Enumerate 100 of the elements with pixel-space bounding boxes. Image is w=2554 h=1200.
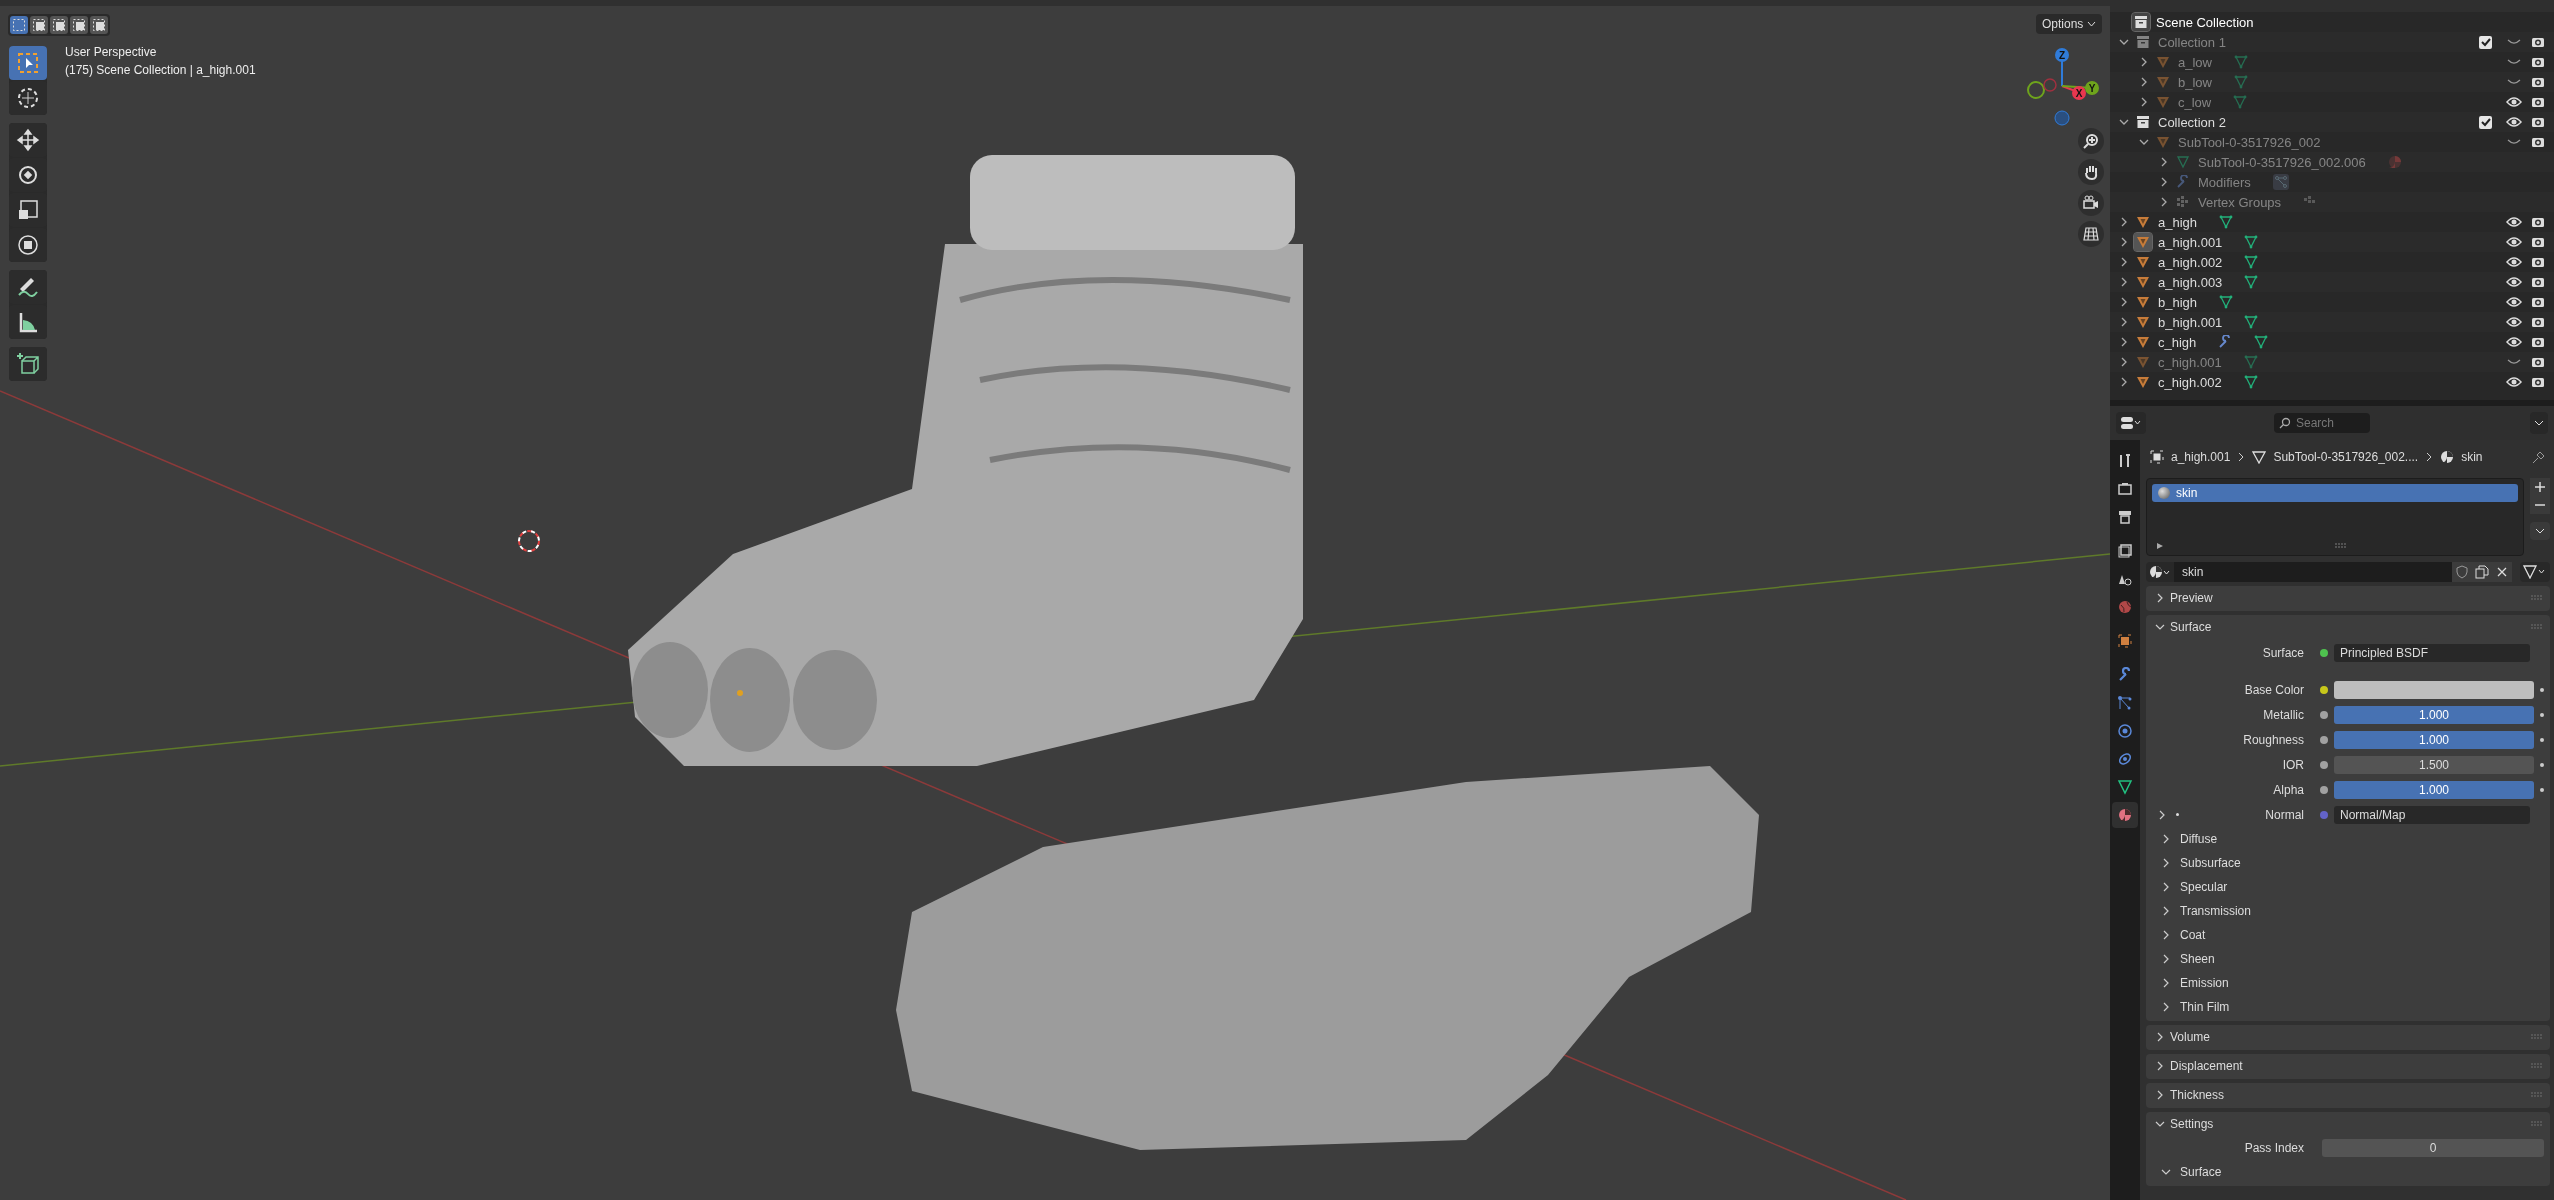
triangle-icon[interactable] xyxy=(2254,335,2269,349)
subpanel-header[interactable]: Surface xyxy=(2146,1160,2550,1184)
axis-label[interactable]: X xyxy=(2072,86,2086,100)
triangle-icon[interactable] xyxy=(2243,375,2258,389)
socket-dot[interactable] xyxy=(2320,810,2328,819)
dot-icon[interactable] xyxy=(2540,762,2544,767)
camera-icon[interactable] xyxy=(2530,316,2546,328)
plus-icon[interactable] xyxy=(2530,478,2550,496)
material-slot[interactable]: skin xyxy=(2152,484,2518,502)
socket-dot[interactable] xyxy=(2320,760,2328,769)
grip-icon[interactable] xyxy=(2334,543,2348,549)
select-mode-button[interactable] xyxy=(90,16,108,34)
camera-icon[interactable] xyxy=(2530,356,2546,368)
camera-icon[interactable] xyxy=(2530,376,2546,388)
subpanel-header[interactable]: Sheen xyxy=(2146,947,2550,971)
pin-icon[interactable] xyxy=(2532,450,2546,464)
axis-gizmo[interactable]: Z X Y xyxy=(2018,40,2108,130)
dot-icon[interactable] xyxy=(2540,687,2544,692)
breadcrumb-item[interactable]: SubTool-0-3517926_002.... xyxy=(2273,450,2419,464)
eye-icon[interactable] xyxy=(2506,296,2522,308)
select-mode-button[interactable] xyxy=(30,16,48,34)
checkbox[interactable] xyxy=(2479,35,2492,49)
camera-icon[interactable] xyxy=(2530,136,2546,148)
axis-label[interactable]: Z xyxy=(2055,48,2069,62)
copy-icon[interactable] xyxy=(2472,562,2492,582)
zoom-icon[interactable] xyxy=(2078,128,2104,154)
value-slider[interactable]: 1.000 xyxy=(2334,730,2534,749)
options-dropdown[interactable]: Options xyxy=(2036,14,2102,34)
breadcrumb-item[interactable]: skin xyxy=(2461,450,2483,464)
camera-icon[interactable] xyxy=(2530,276,2546,288)
material-browse-button[interactable] xyxy=(2146,562,2174,582)
grip-icon[interactable] xyxy=(2530,594,2544,601)
camera-icon[interactable] xyxy=(2078,190,2104,216)
eye-icon[interactable] xyxy=(2506,236,2522,248)
subpanel-header[interactable]: Subsurface xyxy=(2146,851,2550,875)
select-mode-button[interactable] xyxy=(70,16,88,34)
triangle-icon[interactable] xyxy=(2244,275,2259,289)
grip-icon[interactable] xyxy=(2530,1062,2544,1069)
camera-icon[interactable] xyxy=(2530,236,2546,248)
breadcrumb-item[interactable]: a_high.001 xyxy=(2171,450,2231,464)
panel-header[interactable]: Volume xyxy=(2146,1025,2550,1048)
subpanel-header[interactable]: Transmission xyxy=(2146,899,2550,923)
camera-icon[interactable] xyxy=(2530,96,2546,108)
panel-header[interactable]: Surface xyxy=(2146,615,2550,638)
add-cube-tool-button[interactable] xyxy=(9,347,47,381)
eye-icon[interactable] xyxy=(2506,276,2522,288)
camera-icon[interactable] xyxy=(2530,116,2546,128)
number-field[interactable]: 0 xyxy=(2322,1138,2544,1157)
dot-icon[interactable] xyxy=(2540,737,2544,742)
play-icon[interactable] xyxy=(2156,542,2164,550)
checker-sphere-icon[interactable] xyxy=(2387,155,2402,169)
caret-icon[interactable] xyxy=(2530,522,2550,540)
camera-icon[interactable] xyxy=(2530,216,2546,228)
checkbox[interactable] xyxy=(2479,115,2492,129)
editor-type-button[interactable] xyxy=(2116,412,2146,434)
panel-header[interactable]: Thickness xyxy=(2146,1083,2550,1106)
socket-dot[interactable] xyxy=(2320,710,2328,719)
panel-header[interactable]: Preview xyxy=(2146,586,2550,609)
value-slider[interactable]: 1.000 xyxy=(2334,705,2534,724)
grip-icon[interactable] xyxy=(2530,623,2544,630)
axis-handle[interactable] xyxy=(2027,81,2045,99)
wrench-icon[interactable] xyxy=(2218,335,2233,349)
panel-header[interactable]: Settings xyxy=(2146,1112,2550,1135)
grip-icon[interactable] xyxy=(2530,1033,2544,1040)
camera-icon[interactable] xyxy=(2530,256,2546,268)
subpanel-header[interactable]: Diffuse xyxy=(2146,827,2550,851)
panel-header[interactable]: Displacement xyxy=(2146,1054,2550,1077)
subpanel-header[interactable]: Thin Film xyxy=(2146,995,2550,1019)
triangle-dropdown-button[interactable] xyxy=(2520,562,2550,582)
eye-icon[interactable] xyxy=(2506,256,2522,268)
minus-icon[interactable] xyxy=(2530,496,2550,514)
camera-icon[interactable] xyxy=(2530,296,2546,308)
socket-dot[interactable] xyxy=(2320,648,2328,657)
select-mode-button[interactable] xyxy=(10,16,28,34)
triangle-icon[interactable] xyxy=(2219,295,2234,309)
subpanel-header[interactable]: Coat xyxy=(2146,923,2550,947)
shader-link-field[interactable]: Normal/Map xyxy=(2334,805,2530,824)
color-swatch[interactable] xyxy=(2334,680,2534,699)
value-slider[interactable]: 1.000 xyxy=(2334,780,2534,799)
triangle-icon[interactable] xyxy=(2244,255,2259,269)
eye-icon[interactable] xyxy=(2506,216,2522,228)
dot-icon[interactable] xyxy=(2540,712,2544,717)
axis-label[interactable]: Y xyxy=(2085,81,2099,95)
close-icon[interactable] xyxy=(2492,562,2512,582)
number-field[interactable]: 1.500 xyxy=(2334,755,2534,774)
triangle-icon[interactable] xyxy=(2244,315,2259,329)
axis-handle[interactable] xyxy=(2054,110,2070,126)
eye-icon[interactable] xyxy=(2506,316,2522,328)
socket-dot[interactable] xyxy=(2320,685,2328,694)
shader-link-field[interactable]: Principled BSDF xyxy=(2334,643,2530,662)
nodes-icon[interactable] xyxy=(2272,174,2289,190)
shield-icon[interactable] xyxy=(2452,562,2472,582)
camera-icon[interactable] xyxy=(2530,56,2546,68)
hand-icon[interactable] xyxy=(2078,159,2104,185)
subpanel-header[interactable]: Specular xyxy=(2146,875,2550,899)
grid-icon[interactable] xyxy=(2078,221,2104,247)
camera-icon[interactable] xyxy=(2530,336,2546,348)
triangle-icon[interactable] xyxy=(2219,215,2234,229)
eye-icon[interactable] xyxy=(2506,376,2522,388)
grip-icon[interactable] xyxy=(2530,1091,2544,1098)
